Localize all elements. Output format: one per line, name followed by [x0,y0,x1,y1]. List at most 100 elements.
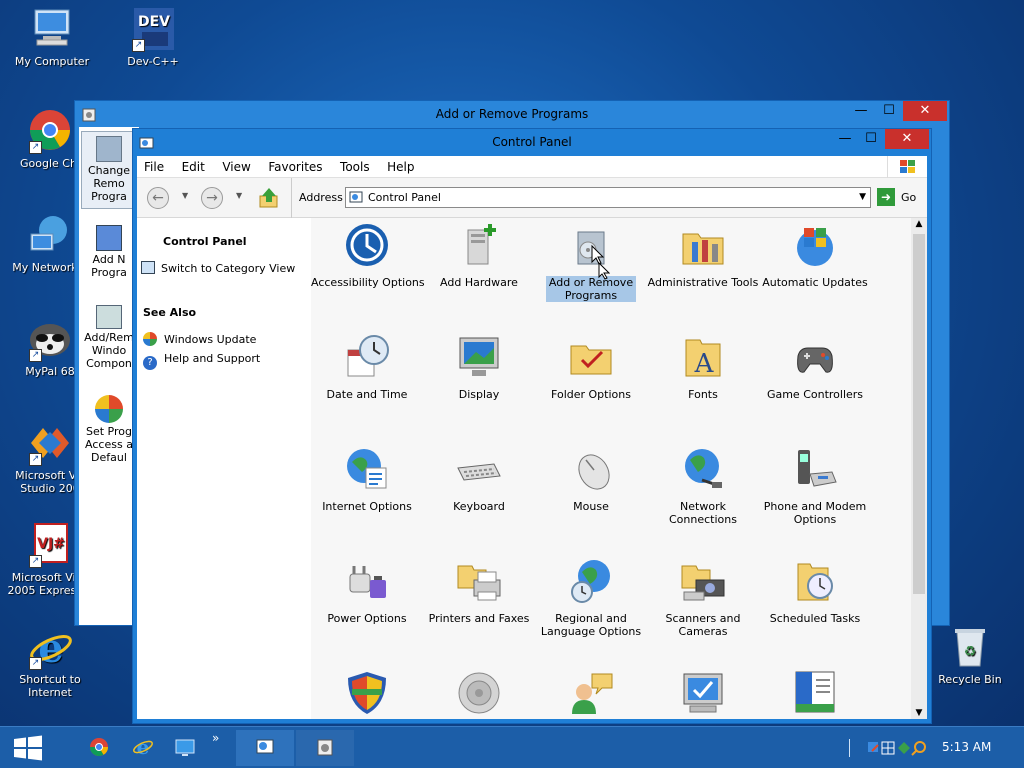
cp-maximize-button[interactable]: ☐ [857,129,885,149]
taskbar-add-remove-button[interactable] [296,730,354,766]
cp-item-label: Network Connections [669,500,737,526]
phone-modem-icon [792,446,838,492]
cp-item-scheduled-tasks[interactable]: Scheduled Tasks [759,558,871,625]
cp-item-label: Add Hardware [440,276,518,289]
taskbar-clock[interactable]: 5:13 AM [942,740,991,754]
cp-item-taskbar-start-menu[interactable] [759,670,871,724]
see-also-heading: See Also [143,306,197,319]
desktop-icon-label: Shortcut to Internet [19,673,81,699]
arp-side-program-access[interactable]: Set Prog Access a Defaul [81,395,137,471]
go-button[interactable]: Go [901,191,916,204]
address-bar[interactable]: Control Panel ▼ [345,187,871,208]
devcpp-badge-text: DEV [138,14,170,30]
cp-item-power-options[interactable]: Power Options [311,558,423,625]
menu-view[interactable]: View [215,156,257,178]
arp-side-add-new[interactable]: Add N Progra [81,223,137,287]
system-icon [680,670,726,716]
menu-favorites[interactable]: Favorites [261,156,329,178]
menu-tools[interactable]: Tools [333,156,377,178]
arp-minimize-button[interactable]: — [847,101,875,121]
shortcut-arrow-icon: ↗ [29,141,42,154]
arp-titlebar[interactable]: Add or Remove Programs — ☐ ✕ [75,101,949,127]
cp-vertical-scrollbar[interactable]: ▲ ▼ [911,218,927,719]
speaker-icon [456,670,502,716]
control-panel-window[interactable]: Control Panel — ☐ ✕ File Edit View Favor… [132,128,932,724]
scroll-down-icon[interactable]: ▼ [911,708,927,718]
accessibility-icon [344,222,390,268]
taskbar-overflow-chevron[interactable]: » [212,731,219,745]
task-pane-heading: Control Panel [163,235,247,248]
taskbar: e » 5:13 AM [0,726,1024,768]
desktop-icon-my-computer[interactable]: My Computer [2,6,102,68]
start-button[interactable] [12,735,44,761]
arp-maximize-button[interactable]: ☐ [875,101,903,121]
arp-close-button[interactable]: ✕ [903,101,947,121]
cp-item-label: Internet Options [322,500,412,513]
menu-file[interactable]: File [137,156,171,178]
add-new-programs-icon [96,225,122,251]
cp-item-printers-faxes[interactable]: Printers and Faxes [423,558,535,625]
cp-item-display[interactable]: Display [423,334,535,401]
cp-titlebar[interactable]: Control Panel — ☐ ✕ [133,129,931,155]
arp-side-label: Set Prog Access a Defaul [85,425,133,464]
scheduled-tasks-icon [792,558,838,604]
arp-side-label: Add N Progra [91,253,127,279]
go-arrow-icon[interactable]: ➜ [877,188,895,206]
cp-item-phone-modem[interactable]: Phone and Modem Options [759,446,871,526]
help-support-link[interactable]: ? Help and Support [143,352,260,370]
cp-item-regional-language[interactable]: Regional and Language Options [535,558,647,638]
cp-item-mouse[interactable]: Mouse [535,446,647,513]
cp-item-fonts[interactable]: A Fonts [647,334,759,401]
cp-item-network-connections[interactable]: Network Connections [647,446,759,526]
menu-edit[interactable]: Edit [175,156,212,178]
cp-item-system[interactable] [647,670,759,724]
system-tray-icons[interactable] [866,739,936,757]
desktop-icon-devcpp[interactable]: DEV ↗ Dev-C++ [103,6,203,68]
taskbar-start-menu-icon [792,670,838,716]
desktop-icon-internet[interactable]: e ↗ Shortcut to Internet [0,624,100,699]
cp-item-folder-options[interactable]: Folder Options [535,334,647,401]
cp-item-add-hardware[interactable]: Add Hardware [423,222,535,289]
taskbar-control-panel-button[interactable] [236,730,294,766]
switch-category-view-link[interactable]: Switch to Category View [141,261,295,275]
mypal-raccoon-icon: ↗ [27,316,73,362]
cp-task-pane: Control Panel Switch to Category View Se… [137,218,311,719]
svg-text:e: e [137,736,150,758]
address-dropdown-icon[interactable]: ▼ [859,192,866,202]
cp-item-security-center[interactable] [311,670,423,724]
windows-update-link[interactable]: Windows Update [143,332,256,346]
up-folder-button[interactable] [257,186,281,210]
scrollbar-thumb[interactable] [913,234,925,594]
cp-item-keyboard[interactable]: Keyboard [423,446,535,513]
menu-help[interactable]: Help [380,156,421,178]
cp-item-internet-options[interactable]: Internet Options [311,446,423,513]
cp-item-sounds[interactable] [423,670,535,724]
taskbar-desktop-icon[interactable] [174,736,196,758]
cp-item-speech[interactable] [535,670,647,724]
arp-side-windows-components[interactable]: Add/Rem Windo Compon [81,305,137,381]
cp-item-add-remove-programs[interactable]: Add or Remove Programs [535,222,647,302]
cp-items-view: Accessibility Options Add Hardware Add o… [311,218,911,719]
power-options-icon [344,558,390,604]
cp-item-date-time[interactable]: Date and Time [311,334,423,401]
windows-start-icon [14,735,42,761]
help-icon: ? [143,356,157,370]
forward-button[interactable]: → [201,187,223,209]
cp-item-accessibility-options[interactable]: Accessibility Options [311,222,425,289]
cp-item-label: Display [458,388,500,401]
cp-item-game-controllers[interactable]: Game Controllers [759,334,871,401]
cp-minimize-button[interactable]: — [831,129,859,149]
back-dropdown-icon[interactable]: ▼ [182,191,188,200]
taskbar-chrome-icon[interactable] [88,736,110,758]
taskbar-ie-icon[interactable]: e [132,735,154,759]
cp-item-automatic-updates[interactable]: Automatic Updates [759,222,871,289]
cp-item-label: Administrative Tools [647,276,759,289]
back-button[interactable]: ← [147,187,169,209]
cp-close-button[interactable]: ✕ [885,129,929,149]
desktop-icon-recycle-bin[interactable]: ♻ Recycle Bin [920,624,1020,686]
cp-item-administrative-tools[interactable]: Administrative Tools [647,222,759,289]
scroll-up-icon[interactable]: ▲ [911,219,927,229]
cp-item-scanners-cameras[interactable]: Scanners and Cameras [647,558,759,638]
arp-side-change-remove[interactable]: Change Remo Progra [81,131,137,209]
forward-dropdown-icon[interactable]: ▼ [236,191,242,200]
